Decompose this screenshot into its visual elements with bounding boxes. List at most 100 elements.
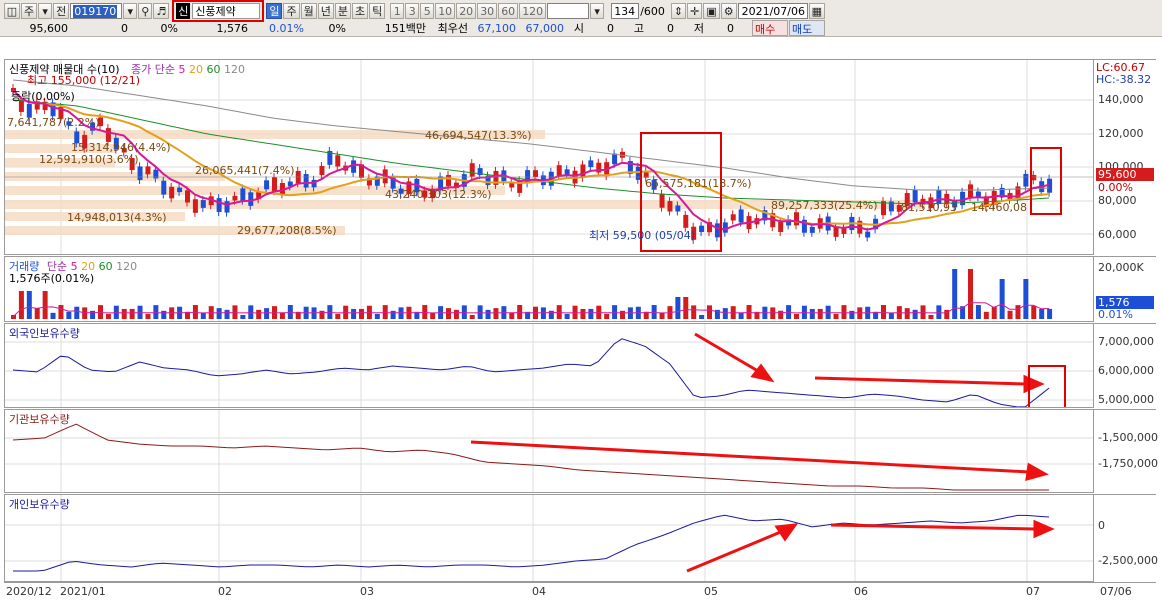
- vp-label-10: 14,460,08: [971, 201, 1027, 214]
- current-price: 95,600: [29, 21, 69, 35]
- vol-yaxis-top: 20,000K: [1098, 261, 1144, 274]
- volume-bar: [707, 305, 712, 319]
- candle-body: [556, 165, 562, 176]
- tab-period-second[interactable]: 초: [351, 3, 369, 19]
- price-panel[interactable]: 신풍제약 매물대 수(10) 종가 단순 5 20 60 120 최고 155,…: [4, 59, 1094, 255]
- tab-period-yearly[interactable]: 년: [317, 3, 334, 19]
- individual-chart[interactable]: [5, 495, 1093, 581]
- volume-chart[interactable]: [5, 257, 1093, 321]
- candle-body: [303, 174, 309, 188]
- interval-button-10[interactable]: 10: [435, 3, 456, 19]
- prev-button[interactable]: 전: [53, 3, 70, 19]
- interval-button-1[interactable]: 1: [390, 3, 405, 19]
- code-dropdown-icon[interactable]: ▾: [123, 3, 138, 19]
- individual-panel[interactable]: 개인보유수량: [4, 494, 1094, 582]
- rate-note: 등락(0.00%): [11, 90, 75, 103]
- inst-yaxis-1: -1,500,000: [1098, 431, 1158, 444]
- tab-period-weekly[interactable]: 주: [283, 3, 300, 19]
- save-icon[interactable]: ▣: [703, 3, 720, 19]
- pct-value-2: 0%: [328, 21, 346, 35]
- foreign-holdings-line: [12, 338, 1050, 407]
- high-value: 0: [667, 21, 674, 35]
- window-icon[interactable]: ◫: [4, 3, 20, 19]
- high-label: 고: [633, 22, 644, 35]
- foreign-panel[interactable]: 외국인보유수량: [4, 323, 1094, 408]
- indiv-arrows: [686, 519, 1055, 573]
- stock-code-input[interactable]: 019170: [70, 3, 123, 19]
- candle-body: [968, 184, 973, 198]
- interval-button-5[interactable]: 5: [420, 3, 435, 19]
- volume-bar: [382, 305, 388, 319]
- foreign-arrows: [694, 332, 1045, 394]
- volume-bar: [699, 314, 705, 319]
- crosshair-icon[interactable]: ✛: [687, 3, 703, 19]
- institution-panel[interactable]: 기관보유수량: [4, 409, 1094, 493]
- candle-body: [667, 201, 673, 212]
- candle-body: [714, 223, 720, 238]
- tab-period-monthly[interactable]: 월: [300, 3, 317, 19]
- volume-bar: [1047, 308, 1053, 319]
- volume-bar: [1031, 305, 1037, 319]
- interval-custom-input[interactable]: [547, 3, 590, 19]
- tab-period-daily[interactable]: 일: [266, 3, 283, 19]
- buy-button[interactable]: 매수: [752, 20, 788, 36]
- volume-pct: 0.01%: [269, 21, 304, 35]
- mode-button[interactable]: 주: [21, 3, 38, 19]
- volume-panel[interactable]: 거래량 단순 5 20 60 120 1,576주(0.01%): [4, 256, 1094, 322]
- tab-period-minute[interactable]: 분: [334, 3, 351, 19]
- candle-body: [216, 198, 222, 212]
- institution-chart[interactable]: [5, 410, 1093, 492]
- foreign-chart[interactable]: [5, 324, 1093, 407]
- candle-body: [177, 187, 183, 193]
- indiv-gridlines: [5, 495, 1093, 581]
- calendar-icon[interactable]: ▦: [808, 3, 826, 19]
- volume-bar: [287, 305, 293, 319]
- foreign-yaxis-5m: 5,000,000: [1098, 393, 1154, 406]
- volume-bar: [620, 310, 625, 319]
- candle-body: [224, 201, 230, 213]
- volume-bar: [651, 305, 657, 319]
- individual-yaxis: 0 -2,500,000: [1094, 494, 1158, 582]
- date-input[interactable]: 2021/07/06: [737, 3, 808, 19]
- stock-name-field[interactable]: 신풍제약: [192, 3, 261, 19]
- volume-bar: [786, 305, 792, 319]
- interval-button-120[interactable]: 120: [519, 3, 547, 19]
- interval-button-3[interactable]: 3: [405, 3, 420, 19]
- sell-button[interactable]: 매도: [789, 20, 825, 36]
- vp-label-7: 43,240,303(12.3%): [385, 188, 492, 201]
- vp-label-12: 29,677,208(8.5%): [237, 224, 337, 237]
- volume-bar: [153, 305, 159, 319]
- interval-dropdown-icon[interactable]: ▾: [590, 3, 605, 19]
- count-input[interactable]: 134: [611, 3, 640, 19]
- volume-bar: [778, 310, 784, 319]
- speaker-icon[interactable]: ♬: [153, 3, 170, 19]
- volume-bar: [509, 312, 515, 319]
- volume-bar: [390, 310, 396, 319]
- bid-label: 최우선: [437, 22, 468, 35]
- individual-panel-title: 개인보유수량: [9, 498, 70, 511]
- volume-bar: [833, 313, 839, 319]
- low-value: 0: [727, 21, 734, 35]
- volume-bar: [477, 305, 483, 319]
- interval-button-60[interactable]: 60: [498, 3, 519, 19]
- date-label-2020-12: 2020/12: [6, 585, 52, 598]
- volume-bar: [975, 305, 981, 319]
- price-change: 0: [121, 21, 128, 35]
- tab-period-tick[interactable]: 틱: [369, 3, 386, 19]
- volume-bar: [881, 305, 886, 319]
- interval-button-30[interactable]: 30: [477, 3, 498, 19]
- open-label: 시: [573, 22, 584, 35]
- vp-label-6: 65,575,181(18.7%): [645, 177, 752, 190]
- price-chart[interactable]: [5, 60, 1093, 254]
- interval-button-20[interactable]: 20: [456, 3, 477, 19]
- volume-bar: [493, 308, 499, 319]
- search-icon[interactable]: ⚲: [138, 3, 153, 19]
- mode-dropdown-icon[interactable]: ▾: [38, 3, 53, 19]
- candle-body: [319, 165, 325, 176]
- volume-bar: [327, 305, 333, 319]
- candle-body: [730, 214, 736, 221]
- indicator-icon[interactable]: ⇕: [670, 3, 687, 19]
- institution-holdings-line: [12, 423, 1050, 491]
- gear-icon[interactable]: ⚙: [720, 3, 737, 19]
- date-label-current: 07/06: [1100, 585, 1132, 598]
